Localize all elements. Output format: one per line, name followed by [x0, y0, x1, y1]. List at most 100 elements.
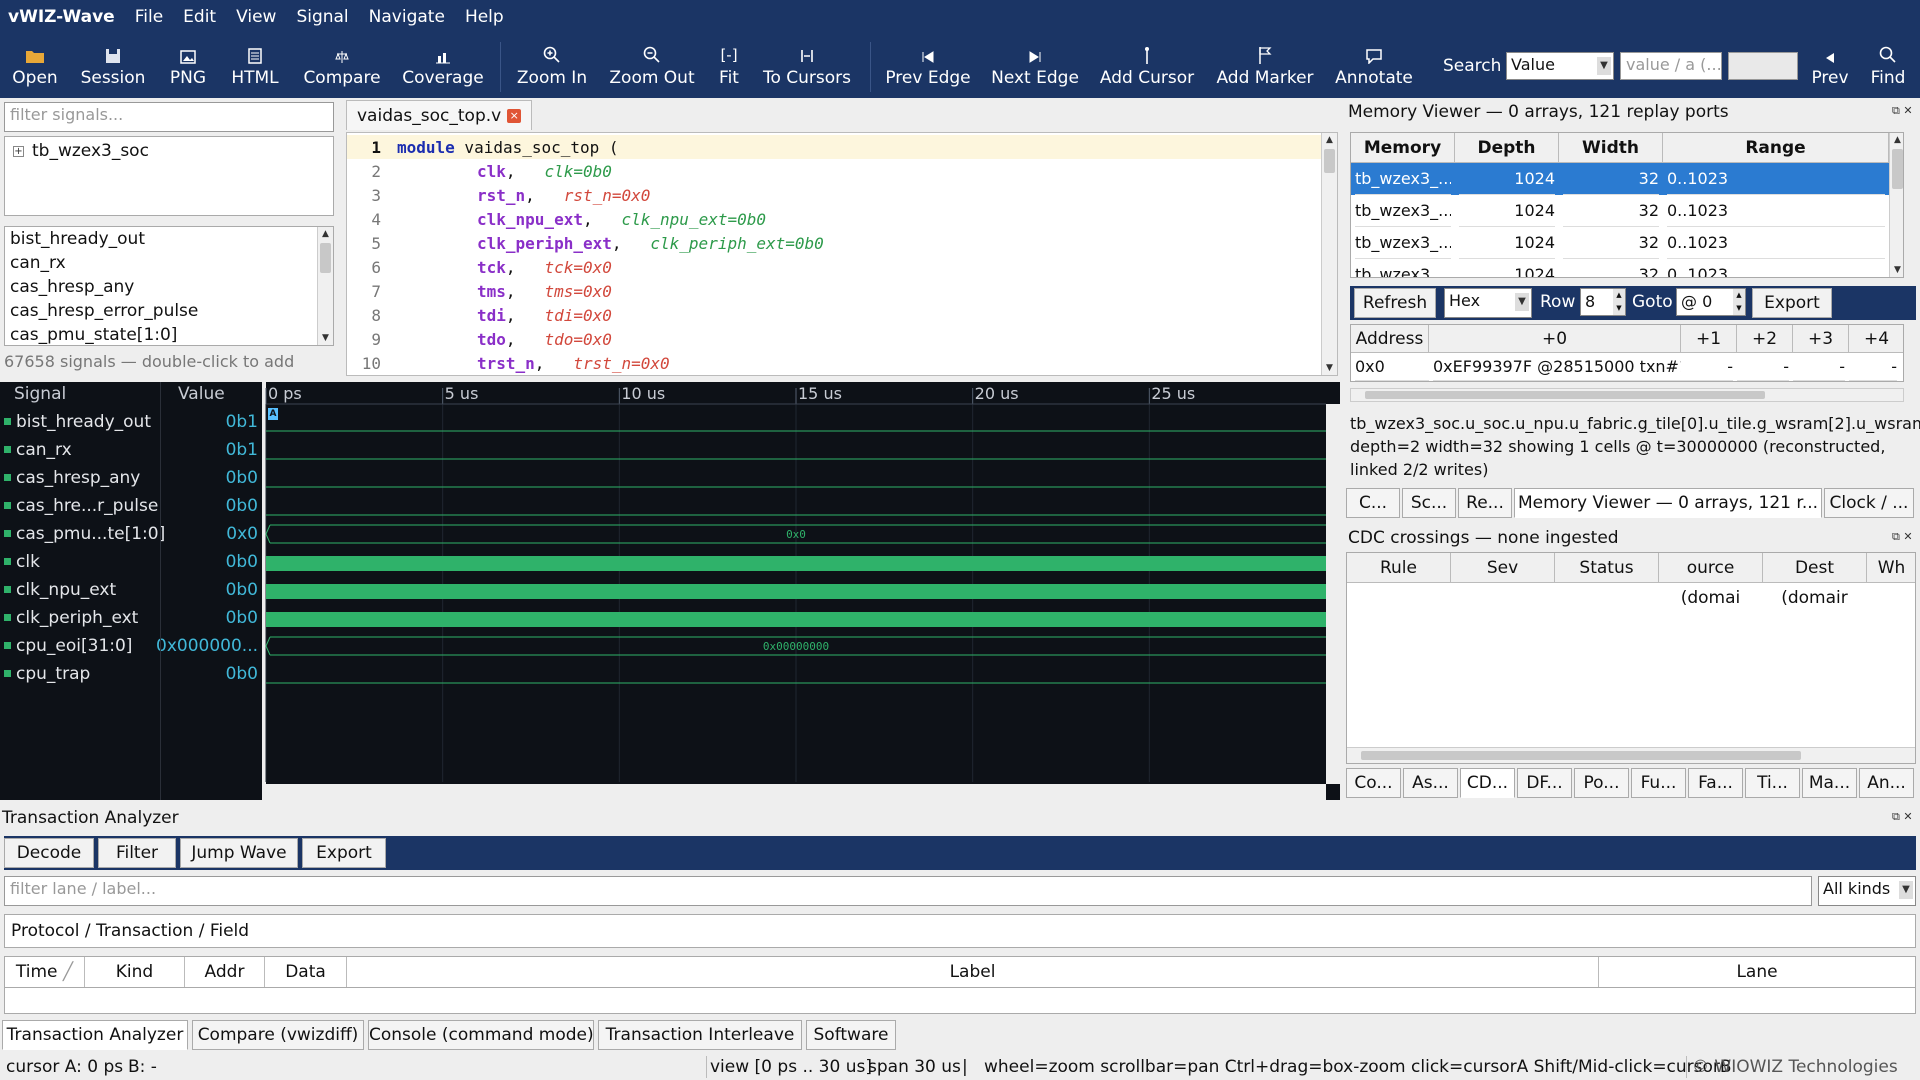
format-select[interactable]: Hex ▼ [1444, 288, 1532, 318]
bottom-tab[interactable]: Software [806, 1020, 896, 1050]
table-row[interactable]: tb_wzex3_... 1024 32 0..1023 [1351, 163, 1889, 195]
waveform-canvas[interactable]: 0 ps 5 us 10 us 15 us 20 us 25 us 0x0 0x0000000… [0, 382, 1340, 800]
table-row[interactable]: tb_wzex3_... 1024 32 0..1023 [1351, 227, 1889, 259]
cdc-tab[interactable]: An... [1859, 768, 1914, 798]
signal-count: 67658 signals — double-click to add [4, 352, 295, 371]
list-item[interactable]: can_rx [5, 251, 333, 275]
address-hscrollbar[interactable] [1350, 388, 1904, 402]
code-line: tck, tck=0x0 [477, 258, 612, 277]
signal-filter-input[interactable]: filter signals... [4, 102, 334, 132]
tab-sc[interactable]: Sc... [1402, 488, 1456, 518]
search-extra-input[interactable] [1728, 52, 1798, 80]
lane-filter-input[interactable]: filter lane / label... [4, 876, 1812, 906]
ta-export-button[interactable]: Export [302, 838, 386, 868]
coverage-button[interactable]: Coverage [402, 34, 484, 98]
fit-button[interactable]: [-] Fit [714, 34, 744, 98]
tab-re[interactable]: Re... [1458, 488, 1512, 518]
col-lane[interactable]: Lane [1599, 957, 1915, 987]
col-kind[interactable]: Kind [85, 957, 185, 987]
editor-scrollbar[interactable]: ▲ ▼ [1321, 133, 1337, 375]
speech-bubble-icon [1365, 34, 1383, 68]
table-row[interactable]: tb_wzex3_... 1024 32 0..1023 [1351, 259, 1889, 277]
col-depth[interactable]: Depth [1455, 133, 1559, 163]
search-value-input[interactable]: value / a (... [1620, 52, 1722, 80]
tab-c[interactable]: C... [1346, 488, 1400, 518]
table-cell: 0..1023 [1667, 259, 1885, 277]
compare-button[interactable]: Compare [303, 34, 381, 98]
find-button[interactable]: Find [1868, 34, 1908, 98]
cdc-tab[interactable]: Ti... [1745, 768, 1800, 798]
cdc-tab[interactable]: Po... [1574, 768, 1629, 798]
list-item[interactable]: cas_hresp_any [5, 275, 333, 299]
source-editor[interactable]: 1 module vaidas_soc_top (2 clk, clk=0b0 3 rs… [346, 132, 1338, 376]
table-row[interactable]: tb_wzex3_... 1024 32 0..1023 [1351, 195, 1889, 227]
menu-edit[interactable]: Edit [173, 7, 226, 27]
list-item[interactable]: cas_pmu_state[1:0] [5, 323, 333, 345]
close-icon[interactable]: × [507, 108, 522, 123]
tab-memory-viewer[interactable]: Memory Viewer — 0 arrays, 121 r... [1514, 488, 1822, 518]
cursor-a-marker[interactable]: A [268, 408, 278, 420]
col-memory[interactable]: Memory [1351, 133, 1455, 163]
spin-arrows-icon[interactable]: ▲ ▼ [1613, 289, 1625, 315]
panel-float-close-icon[interactable]: ⧉ ✕ [1892, 810, 1913, 824]
panel-float-close-icon[interactable]: ⧉ ✕ [1892, 530, 1913, 544]
panel-float-close-icon[interactable]: ⧉ ✕ [1892, 104, 1913, 118]
add-marker-button[interactable]: Add Marker [1216, 34, 1314, 98]
col-label[interactable]: Label [347, 957, 1599, 987]
add-cursor-button[interactable]: Add Cursor [1100, 34, 1194, 98]
open-button[interactable]: Open [10, 34, 60, 98]
expand-icon[interactable]: + [13, 145, 24, 157]
cdc-tab[interactable]: DF... [1517, 768, 1572, 798]
kind-select[interactable]: All kinds ▼ [1818, 876, 1916, 906]
filter-button[interactable]: Filter [98, 838, 176, 868]
session-button[interactable]: Session [78, 34, 148, 98]
search-mode-select[interactable]: Value ▼ [1506, 52, 1614, 80]
cdc-tab[interactable]: Ma... [1802, 768, 1857, 798]
col-width[interactable]: Width [1559, 133, 1663, 163]
list-item[interactable]: bist_hready_out [5, 227, 333, 251]
cdc-hscrollbar[interactable] [1347, 747, 1915, 763]
prev-button[interactable]: Prev [1810, 34, 1850, 98]
annotate-button[interactable]: Annotate [1332, 34, 1416, 98]
decode-button[interactable]: Decode [4, 838, 94, 868]
bottom-tab[interactable]: Console (command mode) [368, 1020, 594, 1050]
menu-navigate[interactable]: Navigate [359, 7, 455, 27]
zoom-in-button[interactable]: Zoom In [516, 34, 588, 98]
prev-edge-button[interactable]: Prev Edge [885, 34, 971, 98]
signal-list-scrollbar[interactable]: ▲ ▼ [317, 227, 333, 345]
html-button[interactable]: HTML [230, 34, 280, 98]
menu-view[interactable]: View [226, 7, 286, 27]
protocol-tree-header[interactable]: Protocol / Transaction / Field [4, 914, 1916, 948]
col-data[interactable]: Data [265, 957, 347, 987]
jump-wave-button[interactable]: Jump Wave [180, 838, 298, 868]
tab-clock[interactable]: Clock / ... [1824, 488, 1914, 518]
bottom-tab[interactable]: Compare (vwizdiff) [192, 1020, 364, 1050]
cdc-tab[interactable]: Fu... [1631, 768, 1686, 798]
cdc-tab[interactable]: Co... [1346, 768, 1401, 798]
list-item[interactable]: cas_hresp_error_pulse [5, 299, 333, 323]
next-edge-button[interactable]: Next Edge [991, 34, 1079, 98]
editor-tab[interactable]: vaidas_soc_top.v × [346, 100, 533, 130]
menu-file[interactable]: File [125, 7, 173, 27]
row-spinbox[interactable]: 8 ▲ ▼ [1580, 288, 1626, 316]
memory-export-button[interactable]: Export [1752, 288, 1832, 318]
spin-arrows-icon[interactable]: ▲ ▼ [1733, 289, 1745, 315]
cdc-tab[interactable]: As... [1403, 768, 1458, 798]
menu-help[interactable]: Help [455, 7, 514, 27]
png-button[interactable]: PNG [168, 34, 208, 98]
menu-signal[interactable]: Signal [286, 7, 358, 27]
bottom-tab[interactable]: Transaction Analyzer [2, 1020, 188, 1050]
refresh-button[interactable]: Refresh [1354, 288, 1436, 318]
goto-spinbox[interactable]: @ 0 ▲ ▼ [1676, 288, 1746, 316]
zoom-out-button[interactable]: Zoom Out [609, 34, 695, 98]
waveform-viewer[interactable]: Signal Value bist_hready_out 0b1 can_rx 0b1… [0, 382, 1340, 800]
bottom-tab[interactable]: Transaction Interleave [598, 1020, 802, 1050]
col-time[interactable]: Time ╱ [5, 957, 85, 987]
col-addr[interactable]: Addr [185, 957, 265, 987]
to-cursors-button[interactable]: To Cursors [762, 34, 852, 98]
cdc-tab[interactable]: Fa... [1688, 768, 1743, 798]
memory-table-scrollbar[interactable]: ▲ ▼ [1889, 133, 1903, 277]
col-range[interactable]: Range [1663, 133, 1889, 163]
cdc-tab[interactable]: CD... [1460, 768, 1515, 798]
tree-node-root[interactable]: + tb_wzex3_soc [13, 141, 149, 161]
